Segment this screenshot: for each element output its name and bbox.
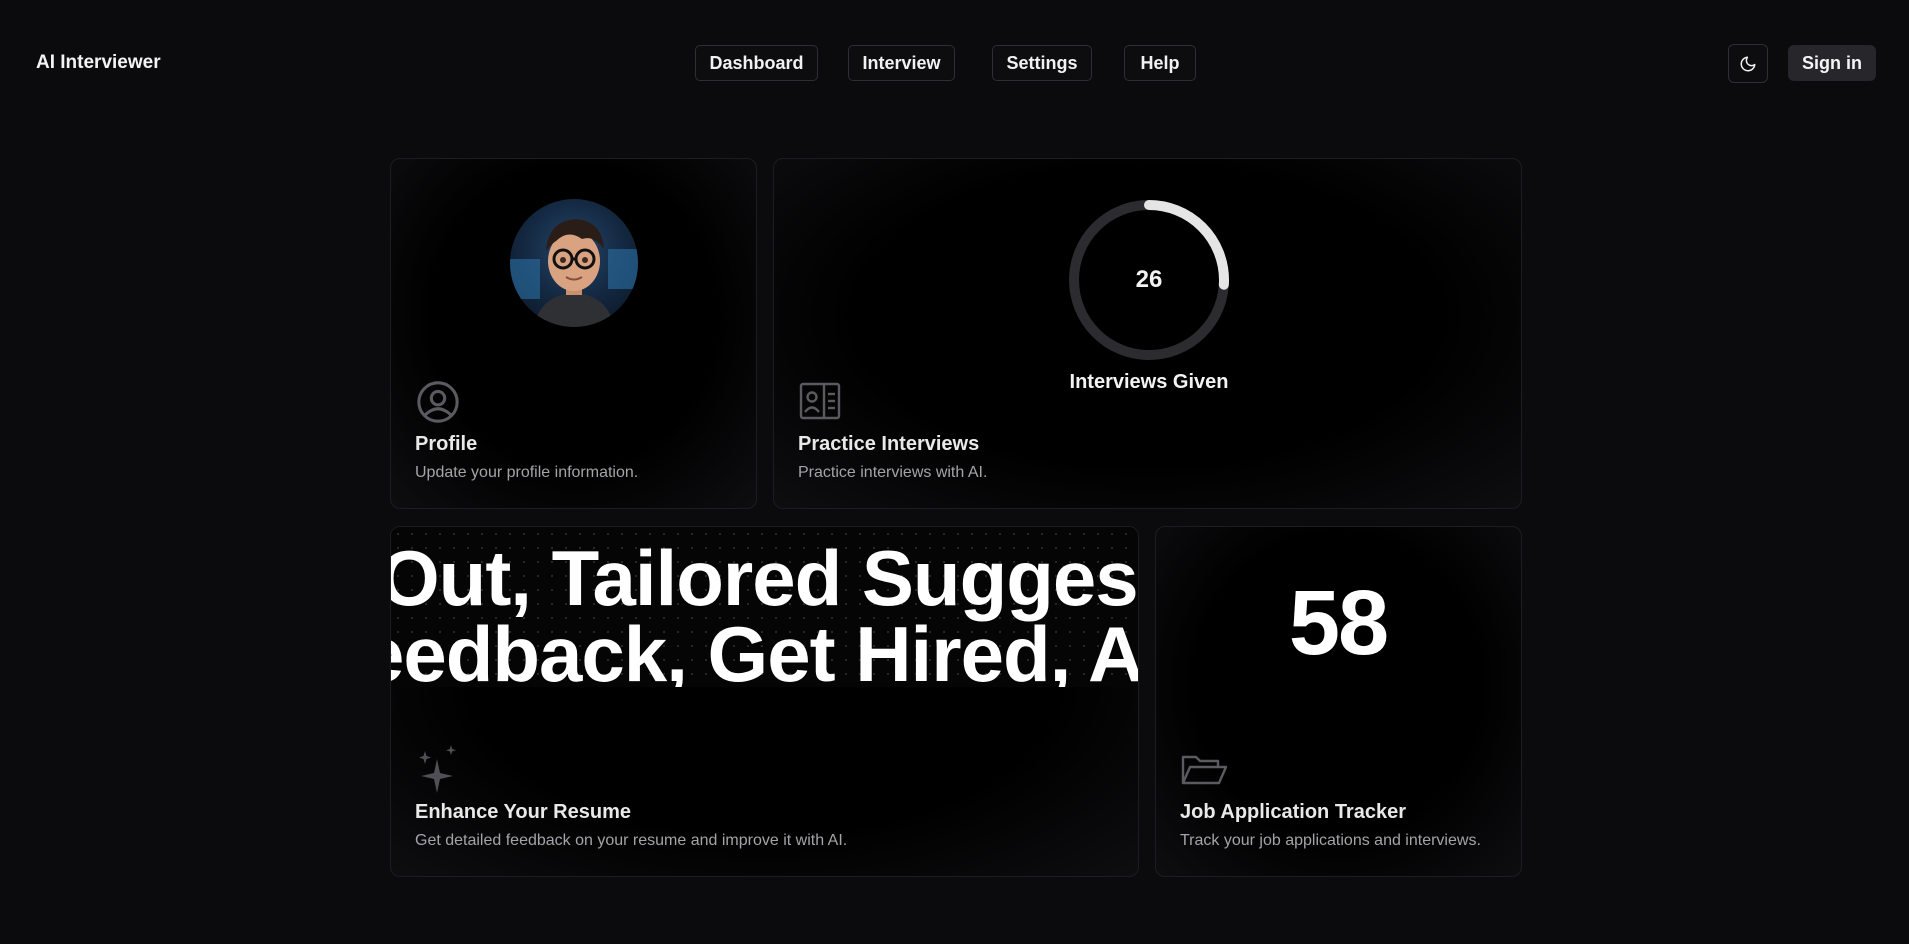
nav-settings-button[interactable]: Settings — [992, 45, 1092, 81]
applications-count: 58 — [1288, 572, 1389, 674]
nav-help-button[interactable]: Help — [1124, 45, 1196, 81]
practice-card-description: Practice interviews with AI. — [798, 464, 988, 481]
enhance-resume-card[interactable]: Out, Tailored Suggestion eedback, Get Hi… — [390, 526, 1139, 877]
feature-marquee: Out, Tailored Suggestion eedback, Get Hi… — [391, 527, 1139, 687]
profile-card-description: Update your profile information. — [415, 464, 639, 481]
profile-card[interactable]: Profile Update your profile information. — [390, 158, 757, 509]
interviews-given-label: Interviews Given — [1069, 371, 1229, 393]
theme-toggle-button[interactable] — [1728, 44, 1768, 83]
marquee-line-2: eedback, Get Hired, AI R — [391, 610, 1139, 687]
practice-interviews-card[interactable]: 26 Interviews Given Practice Interviews … — [773, 158, 1522, 509]
nav-dashboard-button[interactable]: Dashboard — [695, 45, 818, 81]
tracker-card-description: Track your job applications and intervie… — [1180, 832, 1481, 849]
app-brand[interactable]: AI Interviewer — [36, 52, 161, 74]
folder-open-icon — [1180, 753, 1228, 792]
interviews-progress-ring: 26 — [1064, 195, 1234, 365]
avatar — [510, 199, 638, 327]
resume-card-title: Enhance Your Resume — [415, 801, 631, 823]
job-tracker-card[interactable]: 58 Job Application Tracker Track your jo… — [1155, 526, 1522, 877]
id-card-icon — [798, 381, 842, 426]
resume-card-description: Get detailed feedback on your resume and… — [415, 832, 848, 849]
top-navbar: AI Interviewer Dashboard Interview Setti… — [0, 0, 1909, 128]
moon-icon — [1740, 56, 1756, 71]
user-circle-icon — [415, 379, 461, 430]
practice-card-title: Practice Interviews — [798, 433, 980, 455]
profile-card-title: Profile — [415, 433, 478, 455]
interviews-given-count: 26 — [1135, 266, 1163, 293]
tracker-card-title: Job Application Tracker — [1180, 801, 1406, 823]
nav-interview-button[interactable]: Interview — [848, 45, 955, 81]
sparkles-icon — [415, 745, 459, 800]
sign-in-button[interactable]: Sign in — [1788, 45, 1876, 81]
